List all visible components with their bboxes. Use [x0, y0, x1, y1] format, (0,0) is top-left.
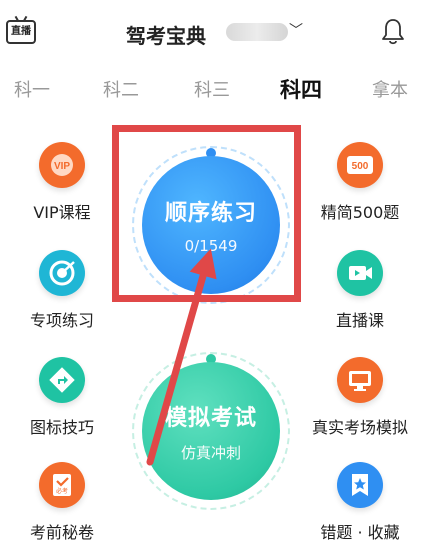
- highlight-box: [112, 125, 301, 302]
- exam-paper-icon: 必考: [39, 462, 85, 508]
- mistakes-favorites-item[interactable]: 错题 · 收藏: [300, 462, 420, 543]
- pre-exam-paper-label: 考前秘卷: [29, 523, 94, 542]
- special-practice-item[interactable]: 专项练习: [2, 250, 122, 331]
- svg-text:500: 500: [352, 161, 369, 172]
- blurred-user-info: [226, 23, 288, 41]
- live-course-item[interactable]: 直播课: [300, 250, 420, 331]
- mock-exam-button[interactable]: 模拟考试 仿真冲刺: [142, 362, 280, 500]
- sign-tips-label: 图标技巧: [29, 418, 94, 437]
- mock-exam-title: 模拟考试: [164, 405, 257, 431]
- vip-course-label: VIP课程: [33, 203, 91, 222]
- monitor-icon: [337, 357, 383, 403]
- traffic-sign-icon: [39, 357, 85, 403]
- live-course-label: 直播课: [335, 311, 384, 330]
- svg-text:VIP: VIP: [54, 161, 70, 172]
- vip-course-item[interactable]: VIP VIP课程: [2, 142, 122, 223]
- tab-get-license[interactable]: 拿本: [372, 76, 408, 102]
- live-icon-button[interactable]: 直播: [6, 20, 36, 44]
- mock-exam-subtitle: 仿真冲刺: [180, 443, 241, 462]
- pre-exam-paper-item[interactable]: 必考 考前秘卷: [2, 462, 122, 543]
- mistakes-favorites-label: 错题 · 收藏: [320, 523, 400, 542]
- header: 直播 驾考宝典 ﹀: [0, 0, 423, 62]
- tab-subject-1[interactable]: 科一: [14, 76, 50, 102]
- video-play-icon: [337, 250, 383, 296]
- subject-tabs: 科一 科二 科三 科四 拿本: [0, 70, 423, 114]
- bell-icon[interactable]: [381, 18, 405, 46]
- app-title[interactable]: 驾考宝典: [126, 20, 206, 49]
- selected-500-label: 精简500题: [320, 203, 400, 222]
- tab-subject-3[interactable]: 科三: [194, 76, 230, 102]
- tab-subject-2[interactable]: 科二: [103, 76, 139, 102]
- star-bookmark-icon: [337, 462, 383, 508]
- svg-text:必考: 必考: [56, 487, 68, 495]
- sign-tips-item[interactable]: 图标技巧: [2, 357, 122, 438]
- real-exam-sim-item[interactable]: 真实考场模拟: [300, 357, 420, 438]
- special-practice-label: 专项练习: [29, 311, 94, 330]
- selected-500-item[interactable]: 500 精简500题: [300, 142, 420, 223]
- 500-questions-icon: 500: [337, 142, 383, 188]
- target-icon: [39, 250, 85, 296]
- vip-icon: VIP: [39, 142, 85, 188]
- chevron-down-icon[interactable]: ﹀: [289, 20, 303, 40]
- tab-subject-4[interactable]: 科四: [280, 74, 322, 104]
- real-exam-sim-label: 真实考场模拟: [311, 418, 408, 437]
